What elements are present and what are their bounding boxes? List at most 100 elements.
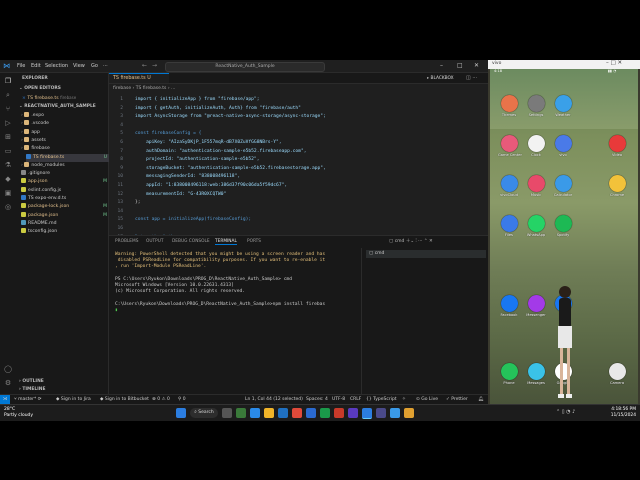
app-icon-camera[interactable]: Camera bbox=[606, 363, 628, 385]
tab-terminal[interactable]: TERMINAL bbox=[215, 239, 237, 245]
tree-item[interactable]: app.json M bbox=[21, 178, 113, 186]
tree-item[interactable]: › app bbox=[21, 128, 113, 137]
widgets-icon[interactable] bbox=[236, 408, 246, 418]
blackbox-icon[interactable]: ▣ bbox=[4, 189, 12, 197]
account-icon[interactable]: ◯ bbox=[4, 365, 12, 373]
weather-widget[interactable]: 28°C Partly cloudy bbox=[4, 407, 33, 418]
close-icon[interactable]: ✕ bbox=[474, 62, 479, 69]
chrome-icon[interactable] bbox=[292, 408, 302, 418]
tree-item[interactable]: README.md bbox=[21, 219, 113, 228]
phone-link-icon[interactable] bbox=[390, 408, 400, 418]
tree-item[interactable]: package-lock.json M bbox=[21, 203, 113, 211]
app-icon-video[interactable]: Video bbox=[606, 135, 628, 157]
search-icon[interactable]: ⌕ bbox=[4, 91, 12, 99]
back-arrow-icon[interactable]: ← bbox=[142, 62, 147, 69]
app-icon-themes[interactable]: Themes bbox=[498, 95, 520, 117]
run-debug-icon[interactable]: ▷ bbox=[4, 119, 12, 127]
source-control-icon[interactable]: ⑂ bbox=[4, 105, 12, 113]
app-icon-weather[interactable]: Weather bbox=[552, 95, 574, 117]
app-icon-spotify[interactable]: Spotify bbox=[552, 215, 574, 237]
app-icon-game-center[interactable]: Game Center bbox=[498, 135, 522, 157]
project-header[interactable]: ⌄ REACTNATIVE_AUTH_SAMPLE bbox=[19, 103, 111, 111]
tree-item[interactable]: › node_modules bbox=[21, 161, 113, 170]
excel-icon[interactable] bbox=[320, 408, 330, 418]
file-icon bbox=[26, 153, 31, 159]
app-icon-phone[interactable]: Phone bbox=[498, 363, 520, 385]
settings-gear-icon[interactable]: ⚙ bbox=[4, 379, 12, 387]
tab-ports[interactable]: PORTS bbox=[247, 239, 261, 244]
edge-icon[interactable] bbox=[250, 408, 260, 418]
menu-go[interactable]: Go bbox=[91, 63, 98, 69]
menu-view[interactable]: View bbox=[73, 63, 85, 69]
breadcrumb[interactable]: firebase › TS firebase.ts › ... bbox=[113, 86, 175, 91]
menu-file[interactable]: File bbox=[17, 63, 25, 69]
teams-icon[interactable] bbox=[348, 408, 358, 418]
tray-icons[interactable]: ⌃ ▯ ◔ ♪ bbox=[556, 409, 575, 415]
start-icon[interactable] bbox=[176, 408, 186, 418]
extensions-icon[interactable]: ⊞ bbox=[4, 133, 12, 141]
code-editor[interactable]: 1 import { initializeApp } from "firebase… bbox=[109, 95, 488, 245]
taskbar-clock[interactable]: 4:18:56 PM 11/15/2024 bbox=[596, 407, 636, 419]
mail-icon[interactable] bbox=[278, 408, 288, 418]
app-icon[interactable] bbox=[404, 408, 414, 418]
tree-item[interactable]: .gitignore bbox=[21, 170, 113, 178]
tree-item[interactable]: package.json M bbox=[21, 211, 113, 220]
app-icon-settings[interactable]: Settings bbox=[525, 95, 547, 117]
split-editor-icon[interactable]: ◫ ··· bbox=[466, 75, 477, 81]
app-icon-whatsapp[interactable]: WhatsApp bbox=[525, 215, 547, 237]
maximize-icon[interactable]: □ bbox=[457, 62, 463, 69]
app-icon-messenger[interactable]: Messenger bbox=[525, 295, 547, 317]
word-icon[interactable] bbox=[306, 408, 316, 418]
visual-studio-icon[interactable] bbox=[376, 408, 386, 418]
menu-selection[interactable]: Selection bbox=[45, 63, 68, 69]
powerpoint-icon[interactable] bbox=[334, 408, 344, 418]
terminal-output[interactable]: Warning: PowerShell detected that you mi… bbox=[109, 248, 359, 395]
taskbar-search[interactable]: ⌕ Search bbox=[190, 408, 218, 418]
testing-icon[interactable]: ⚗ bbox=[4, 161, 12, 169]
file-explorer-icon[interactable] bbox=[264, 408, 274, 418]
tree-item[interactable]: › .expo bbox=[21, 112, 113, 120]
remote-explorer-icon[interactable]: ▭ bbox=[4, 147, 12, 155]
tree-item[interactable]: eslint.config.js bbox=[21, 186, 113, 195]
app-icon-vivo[interactable]: vivo bbox=[552, 135, 574, 157]
tree-item[interactable]: › assets bbox=[21, 136, 113, 145]
app-label: Clock bbox=[531, 153, 541, 157]
timeline-header[interactable]: › TIMELINE bbox=[19, 386, 111, 394]
app-icon-chrome[interactable]: Chrome bbox=[606, 175, 628, 197]
tree-item[interactable]: TS expo-env.d.ts bbox=[21, 195, 113, 203]
chat-icon[interactable]: ◎ bbox=[4, 203, 12, 211]
vscode-taskbar-icon[interactable] bbox=[362, 408, 372, 419]
menu-edit[interactable]: Edit bbox=[31, 63, 41, 69]
tree-item[interactable]: TS firebase.ts U bbox=[26, 153, 113, 162]
command-center-search[interactable]: ReactNative_Auth_Sample bbox=[165, 62, 325, 72]
terminal-list-item[interactable]: ▢ cmd bbox=[366, 250, 486, 258]
blackbox-button[interactable]: ▸ BLACKBOX bbox=[427, 76, 454, 81]
tree-item[interactable]: tsconfig.json bbox=[21, 228, 113, 236]
app-icon-files[interactable]: Files bbox=[498, 215, 520, 237]
app-icon-messages[interactable]: Messages bbox=[525, 363, 547, 385]
more-menu-icon[interactable]: ··· bbox=[103, 63, 108, 69]
tab-firebase-ts[interactable]: TS firebase.ts U bbox=[109, 73, 169, 83]
app-icon-music[interactable]: Music bbox=[525, 175, 547, 197]
explorer-icon[interactable]: ❐ bbox=[4, 77, 12, 85]
minimize-icon[interactable]: – bbox=[440, 62, 443, 69]
app-icon-calculator[interactable]: Calculator bbox=[552, 175, 574, 197]
app-label: Themes bbox=[501, 113, 517, 117]
tree-item[interactable]: › firebase bbox=[21, 145, 113, 153]
app-icon-clock[interactable]: Clock bbox=[525, 135, 547, 157]
terminal-selector[interactable]: ▢ cmd ＋⌄ ⫶ ··· ⌃ ✕ bbox=[389, 238, 433, 244]
forward-arrow-icon[interactable]: → bbox=[152, 62, 157, 69]
app-icon-vivocloud[interactable]: vivoCloud bbox=[498, 175, 520, 197]
phone-window-controls-icon[interactable]: – □ ✕ bbox=[606, 60, 622, 66]
task-view-icon[interactable] bbox=[222, 408, 232, 418]
tab-output[interactable]: OUTPUT bbox=[146, 239, 164, 244]
phone-screen[interactable]: 4:18 ▮▮ ◔ Themes Settings Weather Game Cent… bbox=[490, 69, 638, 404]
tab-problems[interactable]: PROBLEMS bbox=[115, 239, 138, 244]
outline-header[interactable]: › OUTLINE bbox=[19, 378, 111, 386]
app-icon-facebook[interactable]: Facebook bbox=[498, 295, 520, 317]
open-editors-header[interactable]: ⌄ OPEN EDITORS bbox=[19, 85, 111, 93]
jira-icon[interactable]: ◆ bbox=[4, 175, 12, 183]
open-editor-item[interactable]: × TS firebase.ts firebase bbox=[22, 94, 114, 102]
tab-debug-console[interactable]: DEBUG CONSOLE bbox=[172, 239, 210, 244]
tree-item[interactable]: › .vscode bbox=[21, 120, 113, 128]
